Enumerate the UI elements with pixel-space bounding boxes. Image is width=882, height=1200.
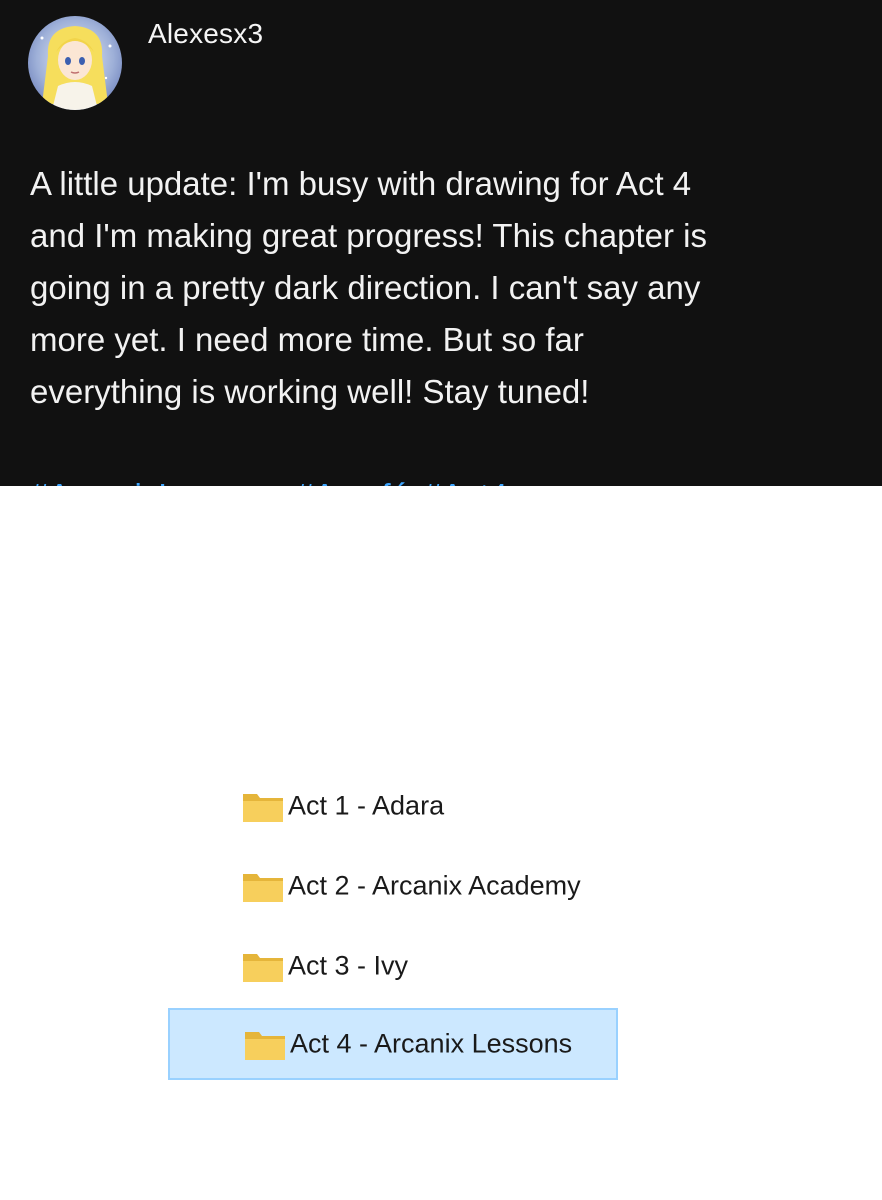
- social-post: Alexesx3 A little update: I'm busy with …: [0, 0, 882, 514]
- folder-icon: [243, 954, 283, 982]
- folder-icon: [245, 1032, 285, 1060]
- folder-row-act-4[interactable]: Act 4 - Arcanix Lessons: [168, 1008, 618, 1080]
- file-explorer-list: Act 1 - Adara Act 2 - Arcanix Academy Ac…: [0, 486, 882, 1200]
- anime-girl-avatar-icon: [40, 26, 112, 110]
- folder-name: Act 2 - Arcanix Academy: [288, 870, 581, 901]
- folder-name: Act 3 - Ivy: [288, 950, 409, 981]
- folder-name: Act 4 - Arcanix Lessons: [290, 1028, 573, 1059]
- folder-row-act-2[interactable]: Act 2 - Arcanix Academy: [168, 850, 618, 922]
- post-body-text: A little update: I'm busy with drawing f…: [30, 165, 707, 410]
- folder-icon: [243, 874, 283, 902]
- folder-row-act-3[interactable]: Act 3 - Ivy: [168, 930, 618, 1002]
- post-text: A little update: I'm busy with drawing f…: [30, 158, 850, 522]
- folder-icon: [243, 794, 283, 822]
- username[interactable]: Alexesx3: [148, 18, 263, 50]
- folder-row-act-1[interactable]: Act 1 - Adara: [168, 770, 618, 842]
- user-avatar[interactable]: [28, 16, 122, 110]
- folder-name: Act 1 - Adara: [288, 790, 445, 821]
